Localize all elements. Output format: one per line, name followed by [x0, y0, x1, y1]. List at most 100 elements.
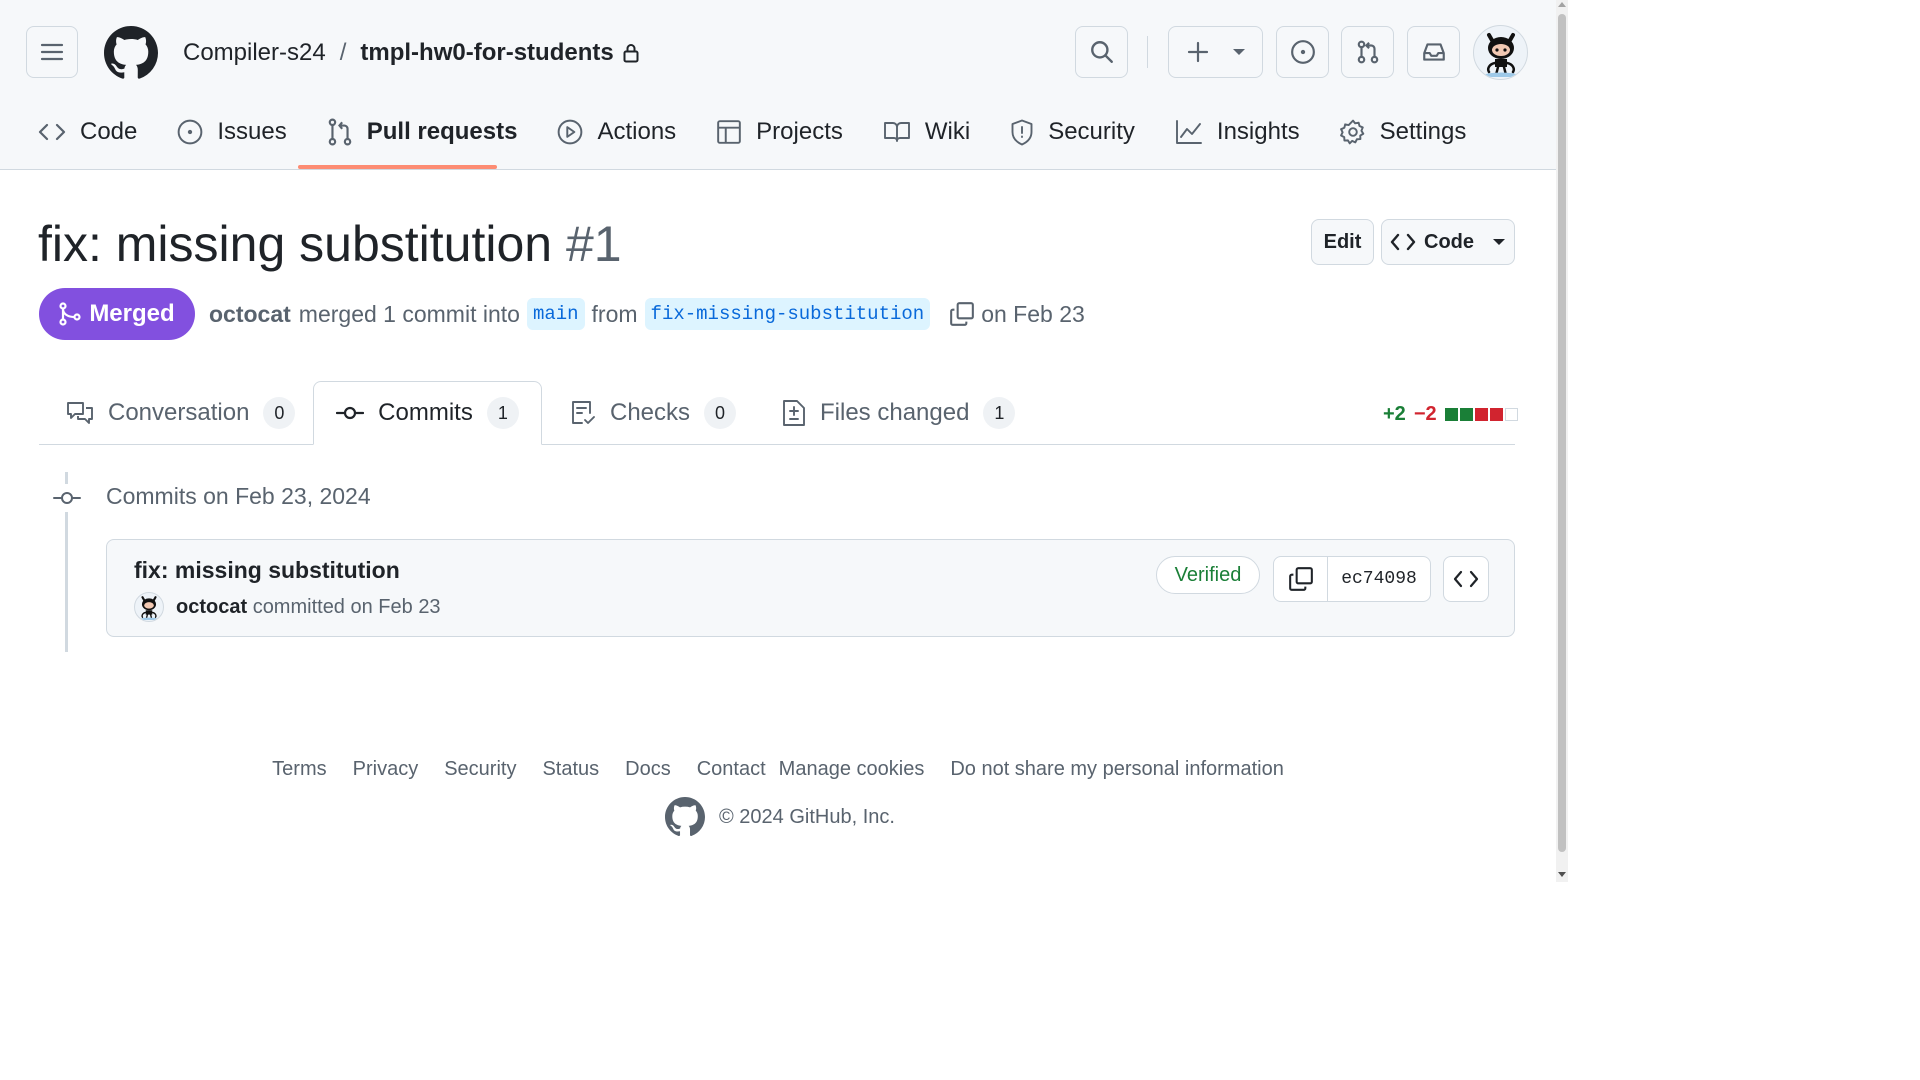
copy-sha-button[interactable]	[1274, 557, 1328, 601]
pr-number: #1	[566, 216, 622, 272]
github-logo-icon[interactable]	[665, 797, 705, 837]
lock-icon	[622, 43, 640, 63]
browse-repository-button[interactable]	[1443, 556, 1489, 602]
book-icon	[883, 120, 911, 144]
octocat-avatar-icon	[1484, 32, 1517, 77]
tab-checks-count: 0	[704, 397, 737, 429]
diffstat-block-deleted	[1489, 407, 1503, 421]
checklist-icon	[570, 399, 596, 427]
tab-files-changed-label: Files changed	[820, 399, 970, 426]
nav-tab-settings-label: Settings	[1379, 118, 1467, 145]
pr-title-text: fix: missing substitution	[38, 216, 553, 272]
tab-files-changed-count: 1	[983, 397, 1016, 429]
footer-link-status[interactable]: Status	[542, 758, 599, 781]
base-branch-link[interactable]: main	[526, 298, 585, 330]
your-issues-button[interactable]	[1276, 26, 1329, 78]
commit-sha-group: ec74098	[1273, 556, 1431, 602]
nav-tab-settings[interactable]: Settings	[1339, 112, 1467, 152]
footer-copyright: © 2024 GitHub, Inc.	[665, 797, 895, 837]
your-pull-requests-button[interactable]	[1341, 26, 1394, 78]
nav-tab-actions[interactable]: Actions	[557, 112, 676, 152]
tab-checks[interactable]: Checks 0	[570, 381, 737, 445]
code-dropdown-button[interactable]: Code	[1381, 219, 1515, 265]
code-icon	[1453, 570, 1479, 588]
page-title: fix: missing substitution #1	[38, 214, 622, 274]
pr-date-text: on Feb 23	[981, 300, 1085, 327]
comment-discussion-icon	[66, 400, 94, 426]
commit-author-link[interactable]: octocat	[176, 596, 247, 618]
active-tab-underline	[298, 165, 497, 169]
github-logo-icon[interactable]	[104, 26, 158, 80]
scrollbar-thumb[interactable]	[1558, 14, 1566, 852]
notifications-button[interactable]	[1407, 26, 1460, 78]
copy-icon	[1288, 567, 1313, 591]
nav-tab-wiki-label: Wiki	[924, 118, 971, 145]
tab-checks-label: Checks	[610, 399, 691, 426]
git-merge-icon	[59, 302, 81, 326]
open-menu-button[interactable]	[26, 26, 78, 78]
header-divider	[1147, 36, 1148, 68]
nav-tab-wiki[interactable]: Wiki	[883, 112, 970, 152]
table-icon	[716, 119, 742, 145]
nav-tab-insights-label: Insights	[1216, 118, 1300, 145]
file-diff-icon	[782, 399, 806, 427]
nav-tab-security[interactable]: Security	[1010, 112, 1135, 152]
footer-link-docs[interactable]: Docs	[625, 758, 671, 781]
nav-tab-insights[interactable]: Insights	[1175, 112, 1300, 152]
footer-link-contact[interactable]: Contact	[697, 758, 766, 781]
footer-link-privacy[interactable]: Privacy	[353, 758, 419, 781]
edit-title-button[interactable]: Edit	[1311, 219, 1374, 265]
nav-tab-projects-label: Projects	[756, 118, 843, 145]
caret-down-icon	[1232, 49, 1245, 55]
git-commit-icon	[53, 484, 81, 512]
tab-commits-label: Commits	[378, 399, 473, 426]
commit-title-link[interactable]: fix: missing substitution	[134, 557, 400, 584]
create-new-button[interactable]	[1168, 26, 1263, 78]
gear-icon	[1339, 119, 1366, 145]
footer-link-terms[interactable]: Terms	[272, 758, 326, 781]
nav-tab-code-label: Code	[80, 118, 138, 145]
nav-tab-code[interactable]: Code	[38, 112, 137, 152]
tab-conversation-label: Conversation	[108, 399, 250, 426]
nav-tab-issues[interactable]: Issues	[177, 112, 287, 152]
diffstat-deletions: −2	[1413, 402, 1437, 425]
copy-branch-icon[interactable]	[949, 301, 975, 327]
plus-icon	[1187, 41, 1208, 63]
nav-tab-pull-requests-label: Pull requests	[366, 118, 518, 145]
diffstat-block-added	[1444, 407, 1458, 421]
commit-sha-link[interactable]: ec74098	[1328, 557, 1430, 601]
caret-down-icon	[1493, 239, 1505, 245]
scroll-down-arrow-icon[interactable]	[1558, 872, 1566, 877]
verified-badge[interactable]: Verified	[1156, 556, 1260, 594]
issue-opened-icon	[177, 119, 203, 145]
tab-commits[interactable]: Commits 1	[313, 381, 542, 445]
code-icon	[1390, 233, 1416, 251]
footer-link-manage-cookies[interactable]: Manage cookies	[779, 758, 925, 781]
inbox-icon	[1422, 43, 1445, 61]
tab-commits-count: 1	[486, 397, 519, 429]
pr-author-link[interactable]: octocat	[209, 301, 291, 328]
tab-conversation[interactable]: Conversation 0	[66, 381, 296, 445]
diffstat: +2 −2	[1383, 401, 1520, 427]
nav-tab-projects[interactable]: Projects	[716, 112, 843, 152]
pr-state-label: Merged	[89, 300, 175, 327]
search-button[interactable]	[1075, 26, 1128, 78]
pr-meta: octocat merged 1 commit into main from f…	[209, 296, 1085, 332]
breadcrumb-separator: /	[339, 39, 347, 66]
diffstat-block-added	[1459, 407, 1473, 421]
breadcrumb-repo-link[interactable]: tmpl-hw0-for-students	[360, 39, 613, 67]
user-avatar[interactable]	[1473, 25, 1528, 80]
footer-link-security[interactable]: Security	[444, 758, 516, 781]
graph-icon	[1175, 119, 1203, 145]
scroll-up-arrow-icon[interactable]	[1558, 2, 1566, 7]
nav-tab-actions-label: Actions	[597, 118, 677, 145]
head-branch-link[interactable]: fix-missing-substitution	[644, 298, 931, 330]
nav-tab-pull-requests[interactable]: Pull requests	[327, 112, 518, 152]
list-item: fix: missing substitution octocat commit…	[106, 539, 1515, 637]
git-pull-request-icon	[327, 118, 353, 146]
footer-link-do-not-share[interactable]: Do not share my personal information	[950, 758, 1284, 781]
avatar[interactable]	[134, 592, 164, 622]
breadcrumb-owner-link[interactable]: Compiler-s24	[183, 39, 326, 67]
tab-files-changed[interactable]: Files changed 1	[782, 381, 1016, 445]
issue-opened-icon	[1290, 40, 1315, 64]
